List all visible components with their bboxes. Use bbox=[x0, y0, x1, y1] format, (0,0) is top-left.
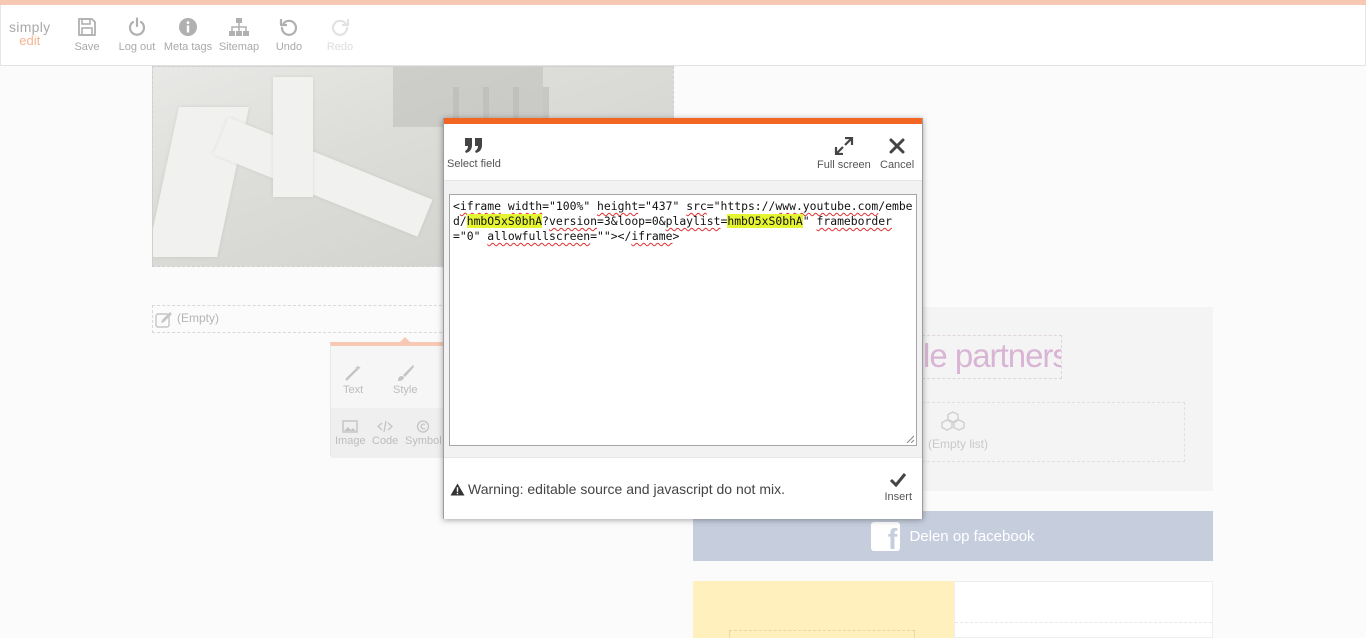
power-icon bbox=[128, 17, 146, 36]
image-tool-button[interactable]: Image bbox=[335, 420, 366, 447]
warning-icon bbox=[450, 483, 465, 495]
facebook-icon: f bbox=[871, 521, 901, 554]
style-tool-label: Style bbox=[393, 384, 418, 396]
resize-grip-icon[interactable] bbox=[906, 435, 914, 443]
quote-icon bbox=[464, 138, 482, 153]
text-tool-label: Text bbox=[343, 384, 364, 396]
cancel-label: Cancel bbox=[880, 159, 915, 171]
cancel-button[interactable]: Cancel bbox=[880, 137, 914, 171]
expand-icon bbox=[834, 137, 853, 155]
text-tool-button[interactable]: Text bbox=[343, 364, 363, 396]
undo-label: Undo bbox=[275, 41, 303, 53]
brush-icon bbox=[398, 365, 415, 381]
symbol-tool-label: Symbol bbox=[405, 435, 442, 447]
code-tool-button[interactable]: Code bbox=[372, 420, 398, 447]
save-label: Save bbox=[74, 41, 100, 53]
undo-icon bbox=[279, 19, 298, 36]
insert-button[interactable]: Insert bbox=[884, 472, 912, 503]
source-editor-dialog: Select field Full screen Cancel <iframe … bbox=[443, 118, 923, 519]
check-icon bbox=[890, 473, 907, 488]
save-icon bbox=[78, 18, 96, 36]
partners-heading[interactable]: le partners bbox=[922, 335, 1062, 379]
code-tool-label: Code bbox=[372, 435, 399, 447]
dialog-footer: Warning: editable source and javascript … bbox=[444, 457, 922, 519]
simplyedit-logo: simply edit bbox=[9, 20, 50, 48]
image-icon bbox=[342, 420, 358, 433]
warning-text: Warning: editable source and javascript … bbox=[468, 481, 785, 497]
empty-text-field[interactable]: (Empty) bbox=[152, 305, 452, 333]
magic-wand-icon bbox=[345, 365, 361, 381]
logout-label: Log out bbox=[118, 41, 156, 53]
empty-field-label: (Empty) bbox=[177, 311, 219, 325]
cubes-icon bbox=[941, 411, 965, 431]
full-screen-label: Full screen bbox=[817, 159, 871, 171]
yellow-block bbox=[693, 581, 954, 638]
dialog-body: <iframe width="100%" height="437" src="h… bbox=[444, 181, 922, 457]
facebook-share-label: Delen op facebook bbox=[909, 527, 1035, 545]
insert-label: Insert bbox=[884, 491, 912, 503]
sitemap-icon bbox=[229, 18, 249, 36]
code-icon bbox=[377, 420, 394, 433]
dialog-header: Select field Full screen Cancel bbox=[444, 124, 922, 181]
copyright-icon bbox=[417, 420, 430, 433]
white-block bbox=[954, 581, 1213, 638]
select-field-button[interactable]: Select field bbox=[447, 137, 501, 170]
symbol-tool-button[interactable]: Symbol bbox=[405, 420, 442, 447]
meta-tags-label: Meta tags bbox=[163, 41, 213, 53]
edit-icon bbox=[155, 312, 172, 328]
logo-text-bottom: edit bbox=[19, 33, 41, 48]
sitemap-label: Sitemap bbox=[218, 41, 260, 53]
image-tool-label: Image bbox=[335, 435, 366, 447]
style-tool-button[interactable]: Style bbox=[393, 364, 417, 396]
editor-toolbar: simply edit Save Log out Meta tags Sitem… bbox=[0, 5, 1366, 66]
redo-label: Redo bbox=[326, 41, 354, 53]
warning-message: Warning: editable source and javascript … bbox=[450, 481, 785, 497]
close-icon bbox=[889, 138, 905, 154]
info-icon bbox=[179, 18, 197, 36]
empty-list-label: (Empty list) bbox=[928, 437, 988, 451]
redo-icon bbox=[331, 19, 350, 36]
text-toolbar: Text Style Image Code Symbol bbox=[330, 337, 451, 458]
select-field-label: Select field bbox=[447, 158, 501, 170]
source-code-textarea[interactable]: <iframe width="100%" height="437" src="h… bbox=[449, 194, 917, 446]
redo-button[interactable]: Redo bbox=[310, 17, 370, 53]
full-screen-button[interactable]: Full screen bbox=[817, 137, 871, 171]
empty-list[interactable]: (Empty list) bbox=[922, 402, 1185, 462]
